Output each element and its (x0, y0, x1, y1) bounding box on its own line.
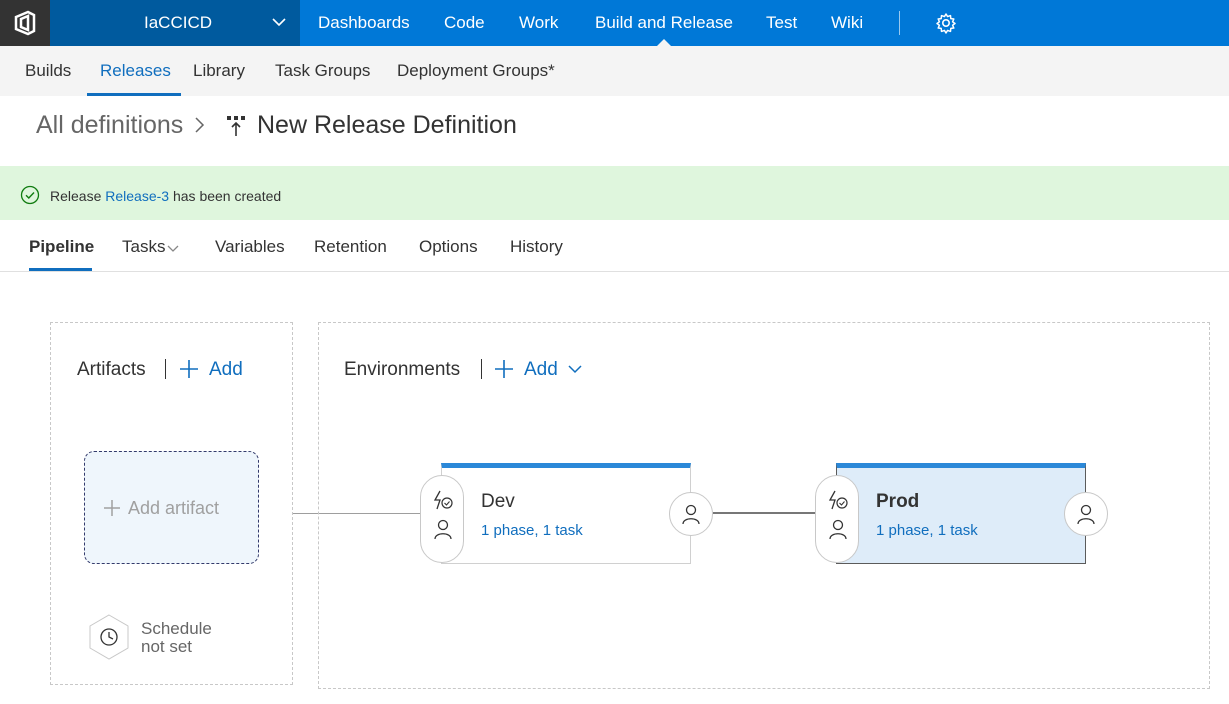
schedule-status[interactable]: Schedule not set (141, 620, 212, 656)
environment-name-prod: Prod (876, 491, 920, 512)
person-icon (434, 519, 452, 540)
tab-retention[interactable]: Retention (314, 237, 387, 257)
environment-card-dev[interactable] (441, 463, 691, 564)
environment-summary-dev[interactable]: 1 phase, 1 task (481, 522, 583, 539)
environments-title: Environments (344, 359, 461, 380)
tab-history[interactable]: History (510, 237, 563, 257)
tab-tasks[interactable]: Tasks (122, 237, 165, 257)
project-selector[interactable]: IaCCICD (50, 0, 300, 46)
tab-pipeline[interactable]: Pipeline (29, 237, 94, 257)
nav-code[interactable]: Code (444, 0, 485, 46)
nav-test[interactable]: Test (766, 0, 797, 46)
tabs-divider (0, 271, 1229, 272)
nav-wiki[interactable]: Wiki (831, 0, 863, 46)
person-icon (1077, 504, 1095, 525)
artifacts-title: Artifacts (77, 359, 146, 380)
clock-icon[interactable] (88, 614, 130, 660)
dev-prod-connector (713, 512, 815, 514)
tab-variables[interactable]: Variables (215, 237, 285, 257)
banner-prefix: Release (50, 188, 102, 204)
subtab-deployment-groups[interactable]: Deployment Groups* (397, 61, 555, 81)
nav-dashboards[interactable]: Dashboards (318, 0, 410, 46)
environment-summary-prod[interactable]: 1 phase, 1 task (876, 522, 978, 539)
nav-work[interactable]: Work (519, 0, 558, 46)
banner-message: Release Release-3 has been created (50, 188, 281, 204)
sub-navigation-bar (0, 46, 1229, 96)
artifact-connector (293, 513, 319, 514)
add-artifact-button[interactable]: Add (209, 359, 243, 381)
chevron-down-icon (272, 18, 286, 27)
page-title: New Release Definition (257, 111, 517, 139)
chevron-down-icon[interactable] (568, 363, 582, 375)
dev-input-connector (319, 513, 420, 514)
active-subtab-indicator (87, 93, 181, 96)
trigger-icon (828, 490, 848, 510)
banner-suffix: has been created (172, 188, 282, 204)
title-divider (481, 359, 482, 379)
gear-icon[interactable] (935, 12, 957, 34)
add-environment-button[interactable]: Add (524, 359, 558, 381)
post-deployment-approvers-prod[interactable] (1064, 492, 1108, 536)
nav-build-and-release[interactable]: Build and Release (595, 0, 733, 46)
pre-deployment-conditions-prod[interactable] (815, 475, 859, 563)
schedule-line-2: not set (141, 637, 193, 656)
plus-icon (104, 500, 120, 516)
subtab-builds[interactable]: Builds (25, 61, 71, 81)
person-icon (682, 504, 700, 525)
add-artifact-label: Add artifact (128, 498, 220, 518)
environment-card-prod[interactable] (836, 463, 1086, 564)
plus-icon[interactable] (179, 359, 199, 379)
release-definition-icon (227, 116, 245, 136)
title-divider (165, 359, 166, 379)
subtab-releases[interactable]: Releases (100, 61, 171, 81)
check-circle-icon (20, 185, 40, 205)
person-icon (829, 519, 847, 540)
schedule-line-1: Schedule (141, 619, 212, 638)
chevron-right-icon (195, 117, 205, 133)
subtab-task-groups[interactable]: Task Groups (275, 61, 370, 81)
tab-options[interactable]: Options (419, 237, 478, 257)
plus-icon[interactable] (494, 359, 514, 379)
post-deployment-approvers-dev[interactable] (669, 492, 713, 536)
environment-name-dev: Dev (481, 491, 515, 512)
nav-divider (899, 11, 900, 35)
subtab-library[interactable]: Library (193, 61, 245, 81)
logo-button[interactable] (0, 0, 50, 46)
chevron-down-icon[interactable] (167, 242, 179, 254)
breadcrumb-all-definitions[interactable]: All definitions (36, 111, 183, 140)
top-navigation-bar: IaCCICD Dashboards Code Work Build and R… (0, 0, 1229, 46)
pre-deployment-conditions-dev[interactable] (420, 475, 464, 563)
logo-icon (14, 10, 36, 36)
trigger-icon (433, 490, 453, 510)
project-name: IaCCICD (144, 13, 213, 32)
release-link[interactable]: Release-3 (105, 188, 169, 204)
